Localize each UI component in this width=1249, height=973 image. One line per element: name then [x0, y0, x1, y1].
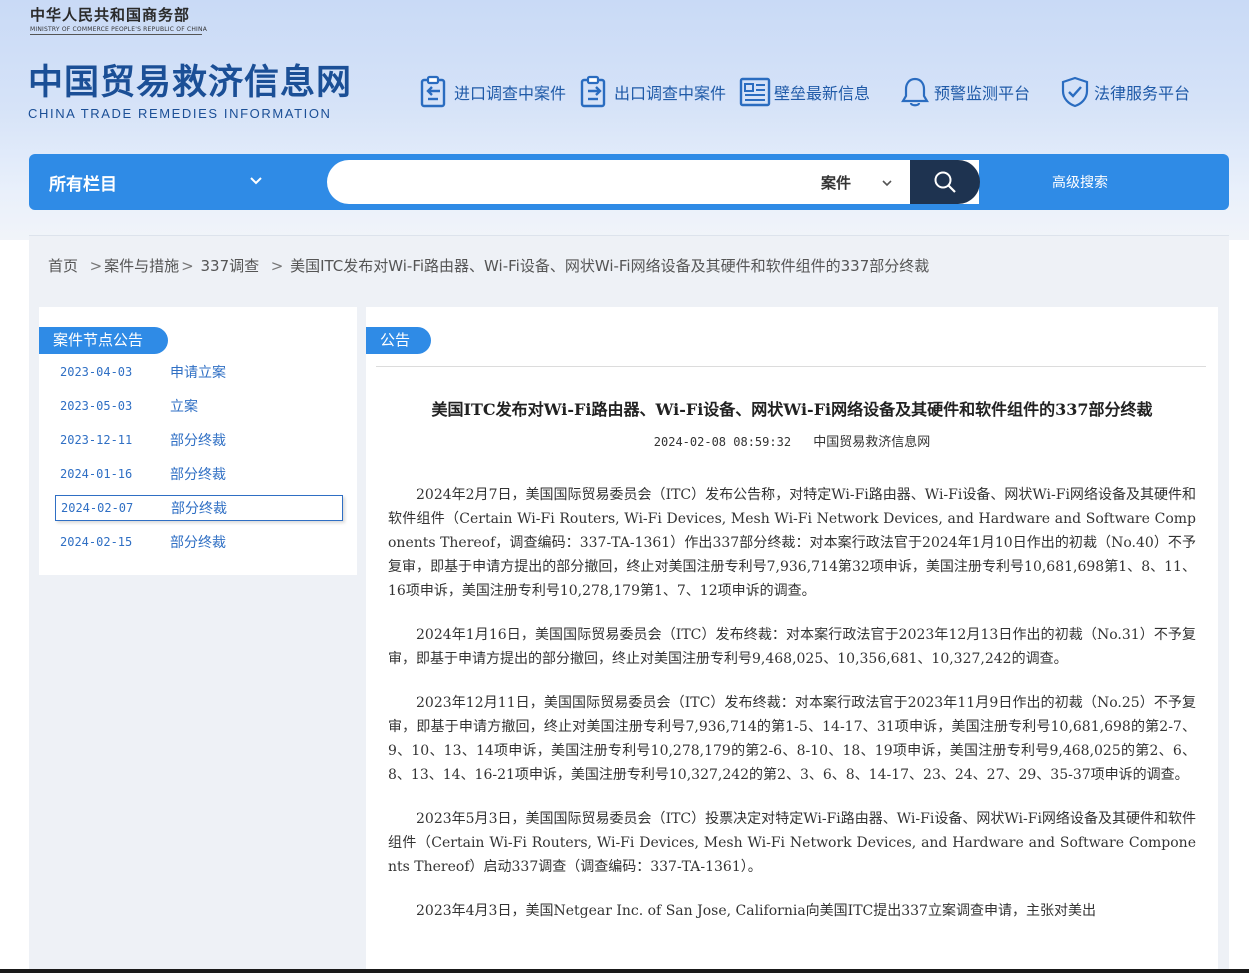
sidebar-item[interactable]: 2023-05-03 立案 — [55, 393, 343, 419]
news-document-icon — [739, 77, 771, 107]
ministry-name-cn: 中华人民共和国商务部 — [30, 6, 191, 24]
sidebar-item-date: 2023-04-03 — [60, 365, 133, 379]
site-name-cn: 中国贸易救济信息网 — [28, 63, 353, 103]
nav-export-cases[interactable]: 出口调查中案件 — [578, 72, 726, 112]
article-title: 美国ITC发布对Wi-Fi路由器、Wi-Fi设备、网状Wi-Fi网络设备及其硬件… — [431, 400, 1153, 419]
article-time: 2024-02-08 08:59:32 — [653, 435, 792, 449]
shield-check-icon — [1061, 76, 1089, 108]
article-paragraph: 2024年2月7日，美国国际贸易委员会（ITC）发布公告称，对特定Wi-Fi路由… — [388, 487, 1196, 599]
sidebar-item-type: 申请立案 — [170, 365, 226, 381]
search-type-label: 案件 — [821, 173, 852, 192]
sidebar-item-date: 2023-05-03 — [60, 399, 133, 413]
search-button[interactable] — [910, 160, 980, 204]
chevron-down-icon — [882, 180, 892, 187]
nav-barrier-news[interactable]: 壁垒最新信息 — [738, 72, 870, 112]
sidebar-item-date: 2024-02-07 — [61, 501, 134, 515]
ministry-underline — [30, 34, 202, 35]
category-select[interactable]: 所有栏目 — [49, 154, 262, 210]
export-clipboard-icon — [580, 75, 606, 108]
article-paragraph: 2023年5月3日，美国国际贸易委员会（ITC）投票决定对特定Wi-Fi路由器、… — [388, 811, 1196, 875]
article-meta: 2024-02-08 08:59:32 中国贸易救济信息网 — [366, 431, 1218, 450]
sidebar-item[interactable]: 2024-02-07 部分终裁 — [55, 495, 343, 521]
sidebar-item-date: 2023-12-11 — [60, 433, 133, 447]
search-type-select[interactable]: 案件 — [821, 160, 909, 204]
sidebar-item[interactable]: 2023-12-11 部分终裁 — [55, 427, 343, 453]
breadcrumb-cases-measures[interactable]: 案件与措施 — [104, 257, 179, 275]
sidebar-item[interactable]: 2024-02-15 部分终裁 — [55, 529, 343, 555]
search-icon — [934, 171, 956, 193]
nav-label: 出口调查中案件 — [614, 84, 727, 103]
breadcrumb-337[interactable]: 337调查 — [201, 257, 260, 275]
article-paragraph: 2023年12月11日，美国国际贸易委员会（ITC）发布终裁：对本案行政法官于2… — [388, 695, 1196, 783]
ministry-logo[interactable]: 中华人民共和国商务部 MINISTRY OF COMMERCE PEOPLE'S… — [30, 4, 207, 35]
window-bottom-edge — [0, 969, 1249, 973]
sidebar-item-date: 2024-02-15 — [60, 535, 133, 549]
site-name-en: CHINA TRADE REMEDIES INFORMATION — [28, 106, 332, 121]
article-body: 2024年2月7日，美国国际贸易委员会（ITC）发布公告称，对特定Wi-Fi路由… — [388, 483, 1196, 943]
article-paragraph: 2023年4月3日，美国Netgear Inc. of San Jose, Ca… — [416, 903, 1096, 919]
search-input[interactable] — [347, 160, 807, 204]
nav-warning-monitor[interactable]: 预警监测平台 — [898, 72, 1030, 112]
search-bar: 所有栏目 案件 高级搜索 — [29, 154, 1229, 210]
nav-legal-services[interactable]: 法律服务平台 — [1058, 72, 1190, 112]
sidebar-item-type: 部分终裁 — [171, 501, 227, 517]
import-clipboard-icon — [420, 75, 446, 108]
nav-label: 壁垒最新信息 — [774, 84, 871, 103]
search-box: 案件 — [327, 160, 979, 204]
article-panel: 公告 美国ITC发布对Wi-Fi路由器、Wi-Fi设备、网状Wi-Fi网络设备及… — [366, 307, 1218, 973]
nav-label: 法律服务平台 — [1094, 84, 1191, 103]
category-select-label: 所有栏目 — [49, 174, 117, 195]
article-paragraph: 2024年1月16日，美国国际贸易委员会（ITC）发布终裁：对本案行政法官于20… — [388, 627, 1196, 667]
case-node-sidebar: 案件节点公告 2023-04-03 申请立案 2023-05-03 立案 2023-12… — [39, 307, 357, 575]
breadcrumb: 首页 > 案件与措施 > 337调查 > 美国ITC发布对Wi-Fi路由器、Wi-F… — [48, 255, 929, 276]
breadcrumb-home[interactable]: 首页 — [48, 257, 78, 275]
sidebar-item-type: 部分终裁 — [170, 467, 226, 483]
sidebar-title: 案件节点公告 — [39, 327, 168, 354]
chevron-down-icon — [250, 177, 262, 185]
ministry-name-en: MINISTRY OF COMMERCE PEOPLE'S REPUBLIC O… — [30, 26, 208, 33]
advanced-search-link[interactable]: 高级搜索 — [1052, 154, 1108, 210]
breadcrumb-separator: > — [84, 257, 103, 275]
bell-icon — [901, 77, 929, 107]
article-source: 中国贸易救济信息网 — [813, 435, 931, 450]
sidebar-item-type: 部分终裁 — [170, 433, 226, 449]
sidebar-item-type: 部分终裁 — [170, 535, 226, 551]
site-logo[interactable]: 中国贸易救济信息网 CHINA TRADE REMEDIES INFORMATI… — [28, 62, 352, 121]
section-divider — [376, 366, 1206, 367]
sidebar-item[interactable]: 2023-04-03 申请立案 — [55, 359, 343, 385]
sidebar-item-type: 立案 — [170, 399, 198, 415]
sidebar-list: 2023-04-03 申请立案 2023-05-03 立案 2023-12-11 部分终裁… — [55, 359, 343, 563]
breadcrumb-current[interactable]: 美国ITC发布对Wi-Fi路由器、Wi-Fi设备、网状Wi-Fi网络设备及其硬件… — [290, 257, 929, 275]
breadcrumb-separator: > — [265, 257, 284, 275]
nav-import-cases[interactable]: 进口调查中案件 — [418, 72, 566, 112]
section-tag: 公告 — [366, 327, 431, 354]
nav-label: 预警监测平台 — [934, 84, 1031, 103]
sidebar-item-date: 2024-01-16 — [60, 467, 133, 481]
nav-label: 进口调查中案件 — [454, 84, 567, 103]
breadcrumb-separator: > — [181, 257, 194, 275]
sidebar-item[interactable]: 2024-01-16 部分终裁 — [55, 461, 343, 487]
